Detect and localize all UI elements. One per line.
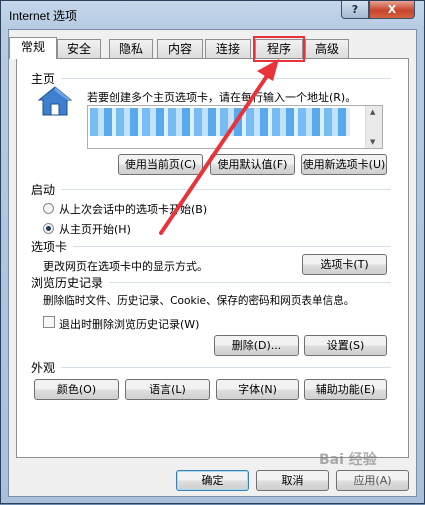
fonts-button[interactable]: 字体(N) [216,379,299,400]
appearance-divider [61,367,391,368]
history-section-label: 浏览历史记录 [31,276,104,290]
radio-last-session-label: 从上次会话中的选项卡开始(B) [59,203,208,216]
house-icon [37,86,73,116]
startup-divider [61,189,391,190]
homepage-address-blurred [90,108,350,136]
close-button[interactable]: X [369,1,415,19]
history-description: 删除临时文件、历史记录、Cookie、保存的密码和网页表单信息。 [43,295,355,307]
programs-tab-highlight [253,36,305,62]
radio-last-session[interactable] [43,203,54,214]
watermark-text: Bai 经验 [319,452,377,468]
delete-on-exit-checkbox[interactable] [43,316,55,328]
startup-section-label: 启动 [31,183,56,197]
tab-advanced[interactable]: 高级 [305,39,349,58]
scroll-up-icon[interactable]: ▲ [370,108,375,116]
scroll-down-icon[interactable]: ▼ [370,138,375,146]
title-bar[interactable]: Internet 选项 ? X [1,1,424,29]
tab-privacy[interactable]: 隐私 [109,39,153,58]
languages-button[interactable]: 语言(L) [125,379,210,400]
radio-home-page[interactable] [43,223,54,234]
ok-button[interactable]: 确定 [176,470,249,491]
history-divider [109,282,391,283]
homepage-divider [61,78,391,79]
tabs-settings-button[interactable]: 选项卡(T) [302,254,387,275]
colors-button[interactable]: 颜色(O) [34,379,119,400]
homepage-address-textarea[interactable]: ▲ ▼ [87,105,383,149]
use-new-tab-button[interactable]: 使用新选项卡(U) [301,154,387,175]
radio-home-page-label: 从主页开始(H) [59,223,131,236]
tab-security[interactable]: 安全 [57,39,101,58]
use-default-button[interactable]: 使用默认值(F) [210,154,295,175]
tabs-divider [73,246,391,247]
help-button[interactable]: ? [341,1,369,19]
use-current-button[interactable]: 使用当前页(C) [118,154,203,175]
delete-on-exit-label: 退出时删除浏览历史记录(W) [59,318,200,331]
appearance-section-label: 外观 [31,361,56,375]
history-delete-button[interactable]: 删除(D)... [214,335,299,356]
cancel-button[interactable]: 取消 [256,470,329,491]
apply-button[interactable]: 应用(A) [336,470,409,491]
homepage-description: 若要创建多个主页选项卡，请在每行输入一个地址(R)。 [87,91,357,104]
window-title: Internet 选项 [9,9,78,23]
address-scrollbar[interactable]: ▲ ▼ [365,106,382,148]
tabs-section-label: 选项卡 [31,240,68,254]
internet-options-window: Internet 选项 ? X 常规 安全 隐私 内容 连接 程序 高级 主页 … [0,0,425,504]
history-settings-button[interactable]: 设置(S) [304,335,387,356]
tab-content[interactable]: 内容 [157,39,203,58]
tab-general[interactable]: 常规 [9,37,57,59]
tab-connections[interactable]: 连接 [205,39,251,58]
tabs-description: 更改网页在选项卡中的显示方式。 [43,260,208,273]
accessibility-button[interactable]: 辅助功能(E) [304,379,387,400]
